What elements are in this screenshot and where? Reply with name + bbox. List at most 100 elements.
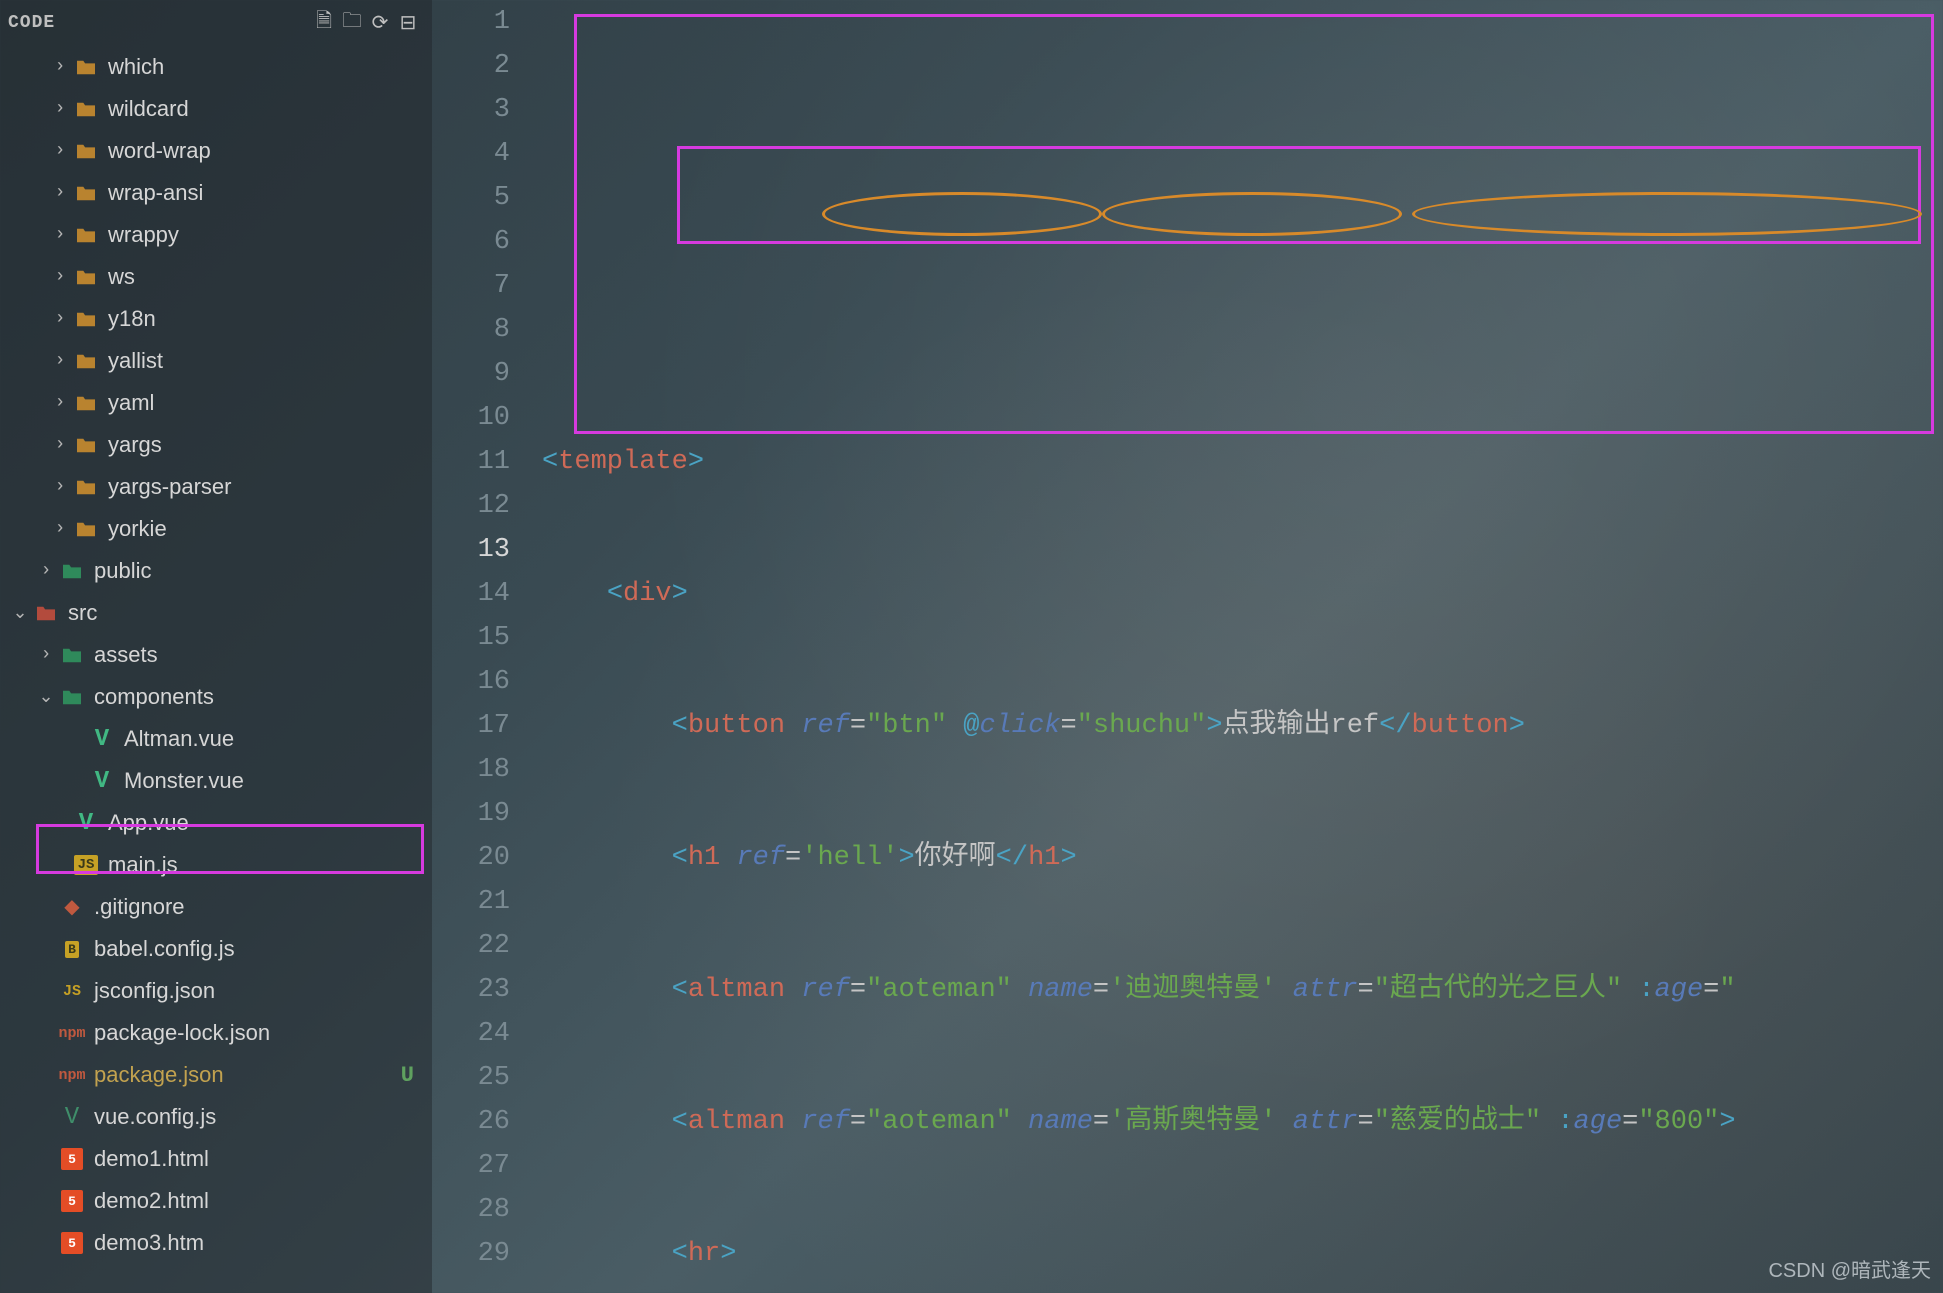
sidebar-item-pkglock[interactable]: npmpackage-lock.json: [0, 1012, 432, 1054]
editor[interactable]: 1234567891011121314151617181920212223242…: [432, 0, 1943, 1293]
folder-icon: [58, 559, 86, 583]
json-icon: JS: [58, 979, 86, 1003]
sidebar-item-wildcard[interactable]: ›wildcard: [0, 88, 432, 130]
code-area[interactable]: <template> <div> <button ref="btn" @clic…: [542, 0, 1943, 1293]
chevron-right-icon: ›: [48, 393, 72, 413]
gutter-line: 18: [432, 748, 542, 792]
sidebar-item-monster-vue[interactable]: VMonster.vue: [0, 760, 432, 802]
file-tree: ›which›wildcard›word-wrap›wrap-ansi›wrap…: [0, 46, 432, 1264]
chevron-right-icon: ›: [48, 57, 72, 77]
sidebar-item-altman-vue[interactable]: VAltman.vue: [0, 718, 432, 760]
sidebar-item-wrappy[interactable]: › wrappy: [0, 214, 432, 256]
gutter-line: 21: [432, 880, 542, 924]
chevron-right-icon: ›: [48, 183, 72, 203]
gutter-line: 17: [432, 704, 542, 748]
gutter-line: 7: [432, 264, 542, 308]
folder-icon: [72, 223, 100, 247]
tree-item-label: Altman.vue: [124, 726, 234, 752]
tree-item-label: main.js: [108, 852, 178, 878]
tree-item-label: demo1.html: [94, 1146, 209, 1172]
watermark: CSDN @暗武逢天: [1768, 1254, 1931, 1283]
chevron-right-icon: ›: [48, 267, 72, 287]
folder-icon: [72, 475, 100, 499]
highlight-ellipse-attr-age: [1412, 192, 1922, 236]
sidebar-item-babel[interactable]: Bbabel.config.js: [0, 928, 432, 970]
tree-item-label: wrappy: [108, 222, 179, 248]
sidebar-item-demo3[interactable]: 5demo3.htm: [0, 1222, 432, 1264]
sidebar-item-public[interactable]: ›public: [0, 550, 432, 592]
sidebar-item-components[interactable]: ⌄components: [0, 676, 432, 718]
sidebar-item-ws[interactable]: › ws: [0, 256, 432, 298]
gutter-line: 22: [432, 924, 542, 968]
gutter-line: 10: [432, 396, 542, 440]
sidebar-item-src[interactable]: ⌄src: [0, 592, 432, 634]
chevron-right-icon: ›: [48, 519, 72, 539]
chevron-down-icon: ⌄: [8, 602, 32, 624]
chevron-right-icon: ›: [48, 225, 72, 245]
chevron-right-icon: ›: [48, 477, 72, 497]
gutter-line: 28: [432, 1188, 542, 1232]
sidebar-item-yorkie[interactable]: › yorkie: [0, 508, 432, 550]
tree-item-label: demo2.html: [94, 1188, 209, 1214]
sidebar-title: CODE: [8, 13, 310, 33]
code-line: <altman ref="aoteman" name='迪迦奥特曼' attr=…: [542, 968, 1943, 1012]
gutter-line: 12: [432, 484, 542, 528]
sidebar-item-y18n[interactable]: ›y18n: [0, 298, 432, 340]
tree-item-label: yorkie: [108, 516, 167, 542]
sidebar-item-word-wrap[interactable]: ›word-wrap: [0, 130, 432, 172]
tree-item-label: .gitignore: [94, 894, 185, 920]
sidebar-item-which[interactable]: › which: [0, 46, 432, 88]
gutter-line: 5: [432, 176, 542, 220]
gutter-line: 14: [432, 572, 542, 616]
folder-icon: [72, 55, 100, 79]
folder-icon: [32, 601, 60, 625]
sidebar-item-demo1[interactable]: 5demo1.html: [0, 1138, 432, 1180]
tree-item-label: jsconfig.json: [94, 978, 215, 1004]
chevron-right-icon: ›: [48, 309, 72, 329]
collapse-icon[interactable]: ⊟: [394, 10, 422, 36]
new-file-icon[interactable]: 🗎: [310, 6, 338, 40]
sidebar-item-vueconfig[interactable]: Vvue.config.js: [0, 1096, 432, 1138]
vue-icon: V: [72, 811, 100, 835]
tree-item-label: yargs-parser: [108, 474, 231, 500]
folder-icon: [72, 181, 100, 205]
sidebar-item-app-vue[interactable]: VApp.vue: [0, 802, 432, 844]
gutter-line: 11: [432, 440, 542, 484]
tree-item-label: package.json: [94, 1062, 224, 1088]
sidebar-item-gitignore[interactable]: ◆.gitignore: [0, 886, 432, 928]
sidebar-item-jsconfig[interactable]: JS jsconfig.json: [0, 970, 432, 1012]
gutter-line: 13: [432, 528, 542, 572]
sidebar-item-demo2[interactable]: 5demo2.html: [0, 1180, 432, 1222]
refresh-icon[interactable]: ⟳: [366, 10, 394, 36]
chevron-right-icon: ›: [48, 99, 72, 119]
sidebar-item-yallist[interactable]: ›yallist: [0, 340, 432, 382]
tree-item-label: ws: [108, 264, 135, 290]
sidebar-item-yargs-parser[interactable]: › yargs-parser: [0, 466, 432, 508]
gutter-line: 16: [432, 660, 542, 704]
folder-icon: [72, 97, 100, 121]
highlight-ellipse-name: [1102, 192, 1402, 236]
sidebar-header: CODE 🗎 🗀 ⟳ ⊟: [0, 4, 432, 46]
tree-item-label: demo3.htm: [94, 1230, 204, 1256]
chevron-down-icon: ⌄: [34, 686, 58, 708]
sidebar-item-wrap-ansi[interactable]: ›wrap-ansi: [0, 172, 432, 214]
tree-item-label: yargs: [108, 432, 162, 458]
gutter-line: 15: [432, 616, 542, 660]
gutter-line: 2: [432, 44, 542, 88]
tree-item-label: assets: [94, 642, 158, 668]
highlight-altman-box: [677, 146, 1921, 244]
folder-icon: [58, 685, 86, 709]
sidebar-item-main-js[interactable]: JSmain.js: [0, 844, 432, 886]
new-folder-icon[interactable]: 🗀: [338, 6, 366, 40]
sidebar-item-yargs[interactable]: ›yargs: [0, 424, 432, 466]
sidebar-item-pkg[interactable]: npmpackage.jsonU: [0, 1054, 432, 1096]
gutter-line: 8: [432, 308, 542, 352]
highlight-ellipse-ref: [822, 192, 1102, 236]
tree-item-label: which: [108, 54, 164, 80]
sidebar-item-yaml[interactable]: ›yaml: [0, 382, 432, 424]
folder-icon: [72, 265, 100, 289]
sidebar-item-assets[interactable]: ›assets: [0, 634, 432, 676]
code-line: <altman ref="aoteman" name='高斯奥特曼' attr=…: [542, 1100, 1943, 1144]
chevron-right-icon: ›: [48, 351, 72, 371]
tree-item-label: Monster.vue: [124, 768, 244, 794]
